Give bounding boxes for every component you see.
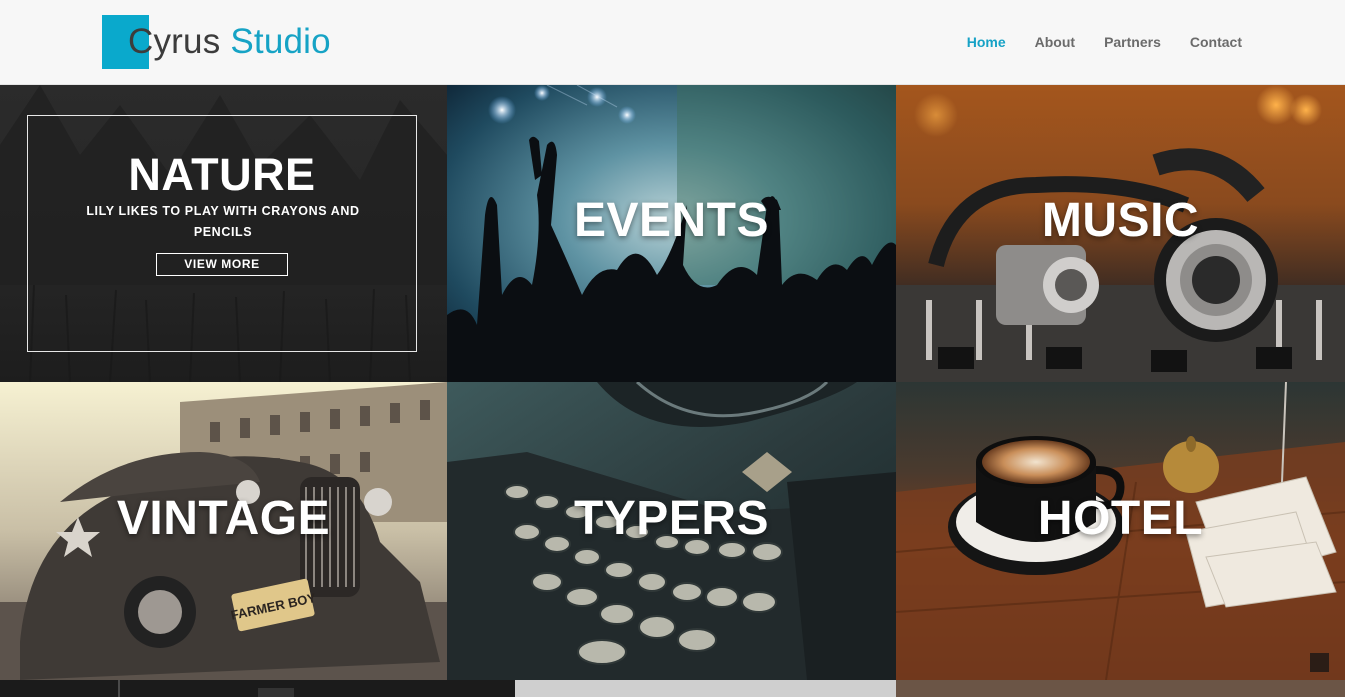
logo-second-word: Studio xyxy=(230,22,331,61)
scroll-top-button[interactable] xyxy=(1310,653,1329,672)
tile-nature[interactable]: NATURE LILY LIKES TO PLAY WITH CRAYONS A… xyxy=(0,85,447,382)
nav-about[interactable]: About xyxy=(1035,32,1075,52)
gallery-grid: NATURE LILY LIKES TO PLAY WITH CRAYONS A… xyxy=(0,85,1345,697)
next-row-images xyxy=(0,680,1345,697)
next-row-strip xyxy=(0,680,1345,697)
typers-title: TYPERS xyxy=(573,492,770,545)
nav-contact[interactable]: Contact xyxy=(1190,32,1242,52)
nature-overlay-frame: NATURE LILY LIKES TO PLAY WITH CRAYONS A… xyxy=(27,115,417,352)
logo-text: Cyrus Studio xyxy=(128,23,331,61)
vintage-title: VINTAGE xyxy=(116,492,331,545)
events-title: EVENTS xyxy=(573,194,770,247)
logo-first-word: yrus xyxy=(153,22,221,61)
nature-subtitle: LILY LIKES TO PLAY WITH CRAYONS AND PENC… xyxy=(86,204,360,239)
music-title: MUSIC xyxy=(1041,194,1200,247)
tile-vintage[interactable]: FARMER BOY VINTAGE xyxy=(0,382,447,680)
tile-events[interactable]: EVENTS xyxy=(447,85,896,382)
main-nav: Home About Partners Contact xyxy=(967,32,1242,52)
tile-hotel[interactable]: HOTEL xyxy=(896,382,1345,680)
nature-title: NATURE xyxy=(128,149,316,200)
tile-typers[interactable]: TYPERS xyxy=(447,382,896,680)
site-header: Cyrus Studio Home About Partners Contact xyxy=(0,0,1345,85)
view-more-button[interactable]: VIEW MORE xyxy=(156,253,288,276)
hotel-title: HOTEL xyxy=(1037,492,1204,545)
nav-partners[interactable]: Partners xyxy=(1104,32,1161,52)
tile-music[interactable]: MUSIC xyxy=(896,85,1345,382)
nav-home[interactable]: Home xyxy=(967,32,1006,52)
logo-first-letter: C xyxy=(128,22,154,61)
